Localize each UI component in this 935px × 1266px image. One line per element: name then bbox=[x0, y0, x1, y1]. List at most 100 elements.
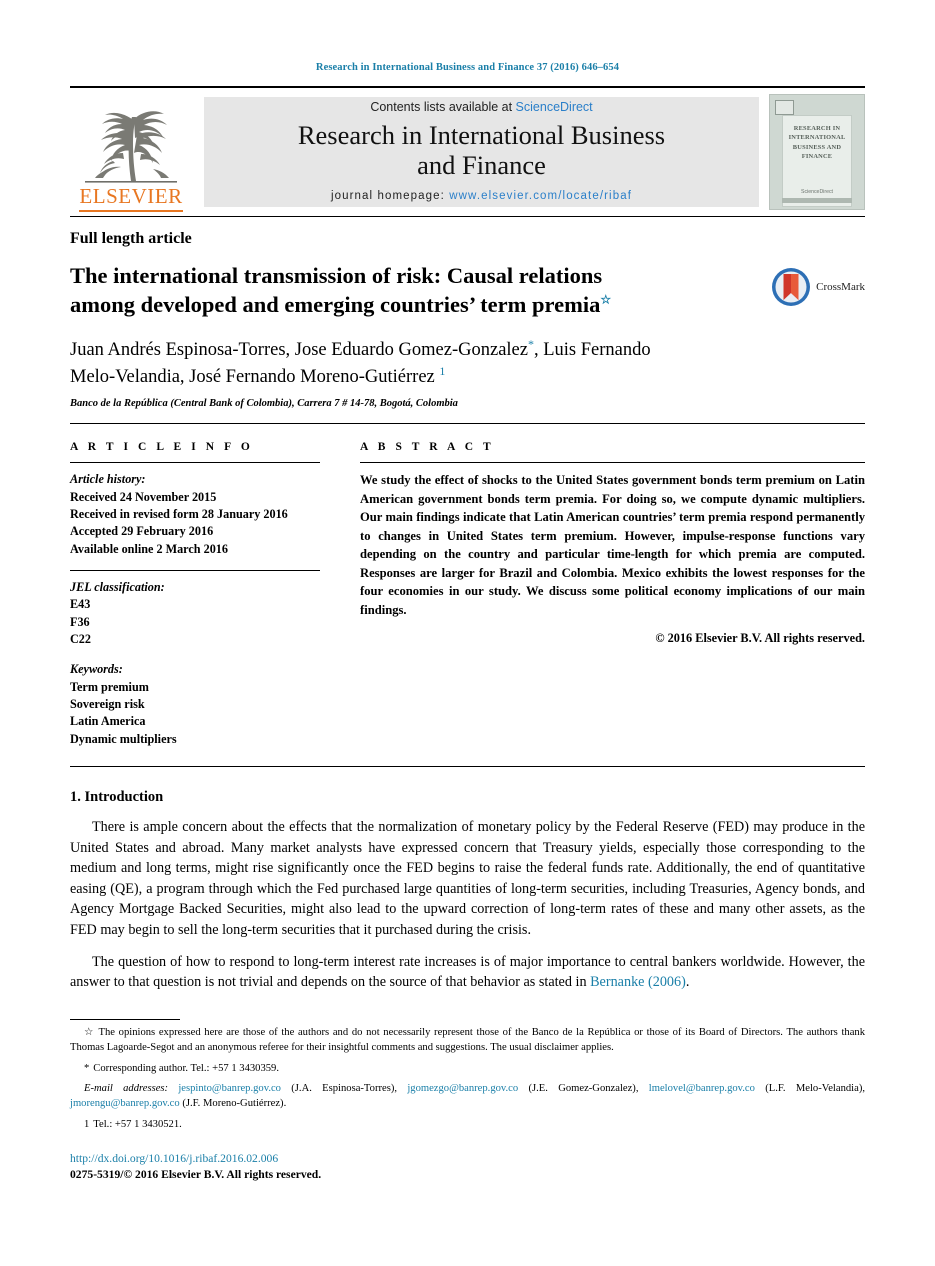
masthead-bottom-rule bbox=[70, 216, 865, 217]
contents-available-line: Contents lists available at ScienceDirec… bbox=[370, 100, 592, 114]
footnote-note1: 1 Tel.: +57 1 3430521. bbox=[70, 1117, 865, 1132]
cover-elsevier-mark-icon bbox=[775, 100, 794, 115]
footnote-corresponding: * Corresponding author. Tel.: +57 1 34303… bbox=[70, 1061, 865, 1076]
keywords-label: Keywords: bbox=[70, 662, 123, 677]
journal-title: Research in International Business and F… bbox=[298, 121, 665, 180]
author-list: Juan Andrés Espinosa-Torres, Jose Eduard… bbox=[70, 336, 865, 390]
title-footnote-marker[interactable]: ☆ bbox=[600, 292, 611, 306]
footnote-note1-text: Tel.: +57 1 3430521. bbox=[93, 1118, 182, 1130]
email-link[interactable]: jgomezgo@banrep.gov.co bbox=[407, 1083, 518, 1094]
issn-copyright-line: 0275-5319/© 2016 Elsevier B.V. All right… bbox=[70, 1167, 322, 1181]
email-owner: (J.E. Gomez-Gonzalez), bbox=[528, 1082, 639, 1094]
elsevier-logo: ELSEVIER bbox=[70, 88, 192, 216]
history-item: Accepted 29 February 2016 bbox=[70, 524, 214, 539]
article-type-label: Full length article bbox=[70, 230, 192, 247]
section-title-introduction: 1. Introduction bbox=[70, 789, 164, 806]
journal-homepage-line: journal homepage: www.elsevier.com/locat… bbox=[331, 190, 632, 202]
cover-bottom-bar bbox=[782, 198, 852, 203]
keyword-item: Sovereign risk bbox=[70, 697, 145, 712]
journal-title-line2: and Finance bbox=[417, 150, 546, 180]
sciencedirect-link[interactable]: ScienceDirect bbox=[516, 100, 593, 114]
authors-line1-cont: , Luis Fernando bbox=[533, 339, 651, 360]
citation-link-bernanke[interactable]: Bernanke (2006) bbox=[590, 974, 686, 990]
footnote-star-marker: ☆ bbox=[84, 1026, 95, 1038]
article-info-rule bbox=[70, 462, 320, 464]
homepage-prefix: journal homepage: bbox=[330, 189, 450, 202]
elsevier-wordmark: ELSEVIER bbox=[79, 183, 183, 208]
crossmark-label: CrossMark bbox=[816, 281, 865, 293]
cover-title-line3: BUSINESS AND bbox=[792, 143, 842, 151]
crossmark-badge[interactable]: CrossMark bbox=[770, 262, 865, 308]
jel-code: C22 bbox=[70, 632, 91, 647]
article-info-column: A R T I C L E I N F O Article history: R… bbox=[70, 441, 340, 748]
article-history-label: Article history: bbox=[70, 472, 146, 487]
email-owner: (L.F. Melo-Velandia), bbox=[765, 1082, 865, 1094]
abstract-column: A B S T R A C T We study the effect of s… bbox=[340, 441, 865, 748]
abstract-copyright: © 2016 Elsevier B.V. All rights reserved… bbox=[655, 631, 865, 646]
cover-title-line2: INTERNATIONAL bbox=[788, 134, 846, 142]
journal-homepage-link[interactable]: www.elsevier.com/locate/ribaf bbox=[449, 190, 632, 202]
email-link[interactable]: jmorengu@banrep.gov.co bbox=[70, 1098, 180, 1109]
cover-title-line4: FINANCE bbox=[801, 152, 833, 160]
email-addresses-label: E-mail addresses: bbox=[84, 1082, 169, 1094]
authors-line2: Melo-Velandia, José Fernando Moreno-Guti… bbox=[70, 363, 865, 390]
jel-classification-block: JEL classification: E43 F36 C22 bbox=[70, 579, 320, 648]
journal-banner: Contents lists available at ScienceDirec… bbox=[204, 97, 759, 207]
cover-sciencedirect-label: ScienceDirect bbox=[800, 189, 833, 195]
email-link[interactable]: lmelovel@banrep.gov.co bbox=[649, 1083, 755, 1094]
contents-prefix: Contents lists available at bbox=[370, 100, 516, 115]
footnote-emails: E-mail addresses: jespinto@banrep.gov.co… bbox=[70, 1081, 865, 1112]
journal-cover-thumbnail: RESEARCH IN INTERNATIONAL BUSINESS AND F… bbox=[769, 94, 865, 210]
email-owner: (J.F. Moreno-Gutiérrez). bbox=[182, 1098, 287, 1110]
running-head: Research in International Business and F… bbox=[315, 62, 620, 73]
keyword-item: Latin America bbox=[70, 714, 146, 729]
authors-line1: Juan Andrés Espinosa-Torres, Jose Eduard… bbox=[70, 336, 865, 363]
history-item: Received 24 November 2015 bbox=[70, 489, 217, 504]
authors-line1-text: Juan Andrés Espinosa-Torres, Jose Eduard… bbox=[70, 339, 528, 360]
intro-paragraph-2-pre: The question of how to respond to long-t… bbox=[70, 953, 865, 991]
page-title: The international transmission of risk: … bbox=[70, 262, 770, 320]
history-item: Available online 2 March 2016 bbox=[70, 541, 228, 556]
paper-title-line2-wrap: among developed and emerging countries’ … bbox=[70, 291, 754, 320]
email-owner: (J.A. Espinosa-Torres), bbox=[291, 1082, 398, 1094]
keyword-item: Dynamic multipliers bbox=[70, 731, 177, 746]
jel-label: JEL classification: bbox=[70, 580, 165, 595]
affiliation-rule bbox=[70, 423, 865, 425]
abstract-bottom-rule bbox=[70, 766, 865, 768]
cover-title-line1: RESEARCH IN bbox=[793, 125, 841, 132]
elsevier-tree-icon bbox=[79, 97, 183, 189]
abstract-rule bbox=[360, 462, 865, 464]
journal-title-line1: Research in International Business bbox=[297, 120, 666, 151]
article-page: Research in International Business and F… bbox=[0, 0, 935, 1266]
jel-code: E43 bbox=[70, 597, 91, 612]
footnote-corresponding-text: Corresponding author. Tel.: +57 1 343035… bbox=[93, 1062, 280, 1074]
crossmark-icon bbox=[772, 268, 811, 306]
footnote-star-text: The opinions expressed here are those of… bbox=[70, 1026, 865, 1054]
article-history-block: Article history: Received 24 November 20… bbox=[70, 471, 320, 558]
doi-link[interactable]: http://dx.doi.org/10.1016/j.ribaf.2016.0… bbox=[70, 1152, 865, 1165]
info-abstract-columns: A R T I C L E I N F O Article history: R… bbox=[70, 441, 865, 748]
keywords-spacer bbox=[70, 648, 320, 661]
author-note-marker[interactable]: 1 bbox=[439, 364, 445, 378]
abstract-heading: A B S T R A C T bbox=[360, 441, 495, 454]
article-info-heading: A R T I C L E I N F O bbox=[70, 441, 254, 454]
footnote-corresponding-marker: * bbox=[84, 1062, 90, 1074]
intro-paragraph-2-post: . bbox=[685, 974, 690, 991]
email-link[interactable]: jespinto@banrep.gov.co bbox=[178, 1083, 281, 1094]
elsevier-underline bbox=[79, 209, 183, 212]
jel-rule bbox=[70, 570, 320, 572]
history-item: Received in revised form 28 January 2016 bbox=[70, 507, 288, 522]
jel-code: F36 bbox=[70, 614, 90, 629]
title-row: The international transmission of risk: … bbox=[70, 262, 865, 320]
journal-masthead: ELSEVIER Contents lists available at Sci… bbox=[70, 88, 865, 216]
paper-title-line1: The international transmission of risk: … bbox=[70, 263, 603, 288]
authors-line2-text: Melo-Velandia, José Fernando Moreno-Guti… bbox=[70, 366, 435, 387]
keyword-item: Term premium bbox=[70, 679, 149, 694]
abstract-text: We study the effect of shocks to the Uni… bbox=[360, 473, 865, 617]
author-affiliation: Banco de la República (Central Bank of C… bbox=[70, 398, 458, 410]
footnote-star: ☆ The opinions expressed here are those o… bbox=[70, 1025, 865, 1056]
intro-paragraph-1: There is ample concern about the effects… bbox=[70, 819, 865, 939]
paper-title-line2: among developed and emerging countries’ … bbox=[70, 291, 601, 317]
keywords-block: Keywords: Term premium Sovereign risk La… bbox=[70, 661, 320, 748]
intro-paragraph-2: The question of how to respond to long-t… bbox=[70, 952, 865, 993]
